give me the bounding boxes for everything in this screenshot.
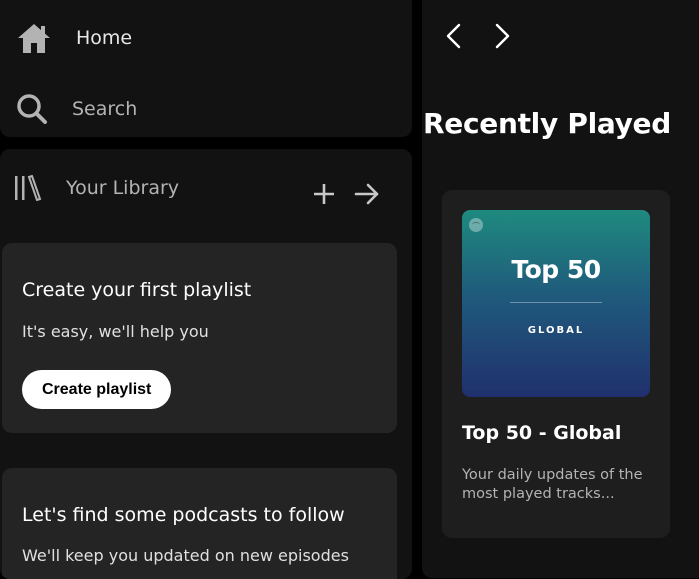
- find-podcasts-title: Let's find some podcasts to follow: [22, 504, 345, 526]
- find-podcasts-subtitle: We'll keep you updated on new episodes: [22, 546, 349, 565]
- album-title: Top 50 - Global: [462, 422, 622, 444]
- library-button[interactable]: Your Library: [14, 175, 179, 201]
- recently-played-heading: Recently Played: [423, 107, 671, 140]
- chevron-right-icon[interactable]: [489, 23, 515, 49]
- album-cover: Top 50 GLOBAL: [462, 210, 650, 397]
- library-title: Your Library: [66, 177, 180, 199]
- album-card-top-50-global[interactable]: Top 50 GLOBAL Top 50 - Global Your daily…: [442, 190, 670, 538]
- cover-subtitle: GLOBAL: [527, 325, 585, 336]
- arrow-right-icon[interactable]: [354, 182, 380, 206]
- nav-search-label: Search: [72, 98, 138, 120]
- create-playlist-card: Create your first playlist It's easy, we…: [2, 243, 397, 433]
- search-icon: [17, 94, 47, 124]
- cover-title: Top 50: [511, 255, 601, 284]
- home-icon: [18, 24, 50, 53]
- nav-home[interactable]: Home: [16, 22, 132, 54]
- nav-search[interactable]: Search: [16, 93, 137, 125]
- create-playlist-subtitle: It's easy, we'll help you: [22, 322, 209, 341]
- create-playlist-button[interactable]: Create playlist: [22, 370, 172, 409]
- nav-home-label: Home: [76, 27, 133, 49]
- find-podcasts-card: Let's find some podcasts to follow We'll…: [2, 468, 397, 579]
- cover-divider: [510, 302, 602, 303]
- library-icon: [15, 175, 42, 201]
- plus-icon[interactable]: [312, 182, 336, 206]
- album-description: Your daily updates of the most played tr…: [462, 467, 643, 502]
- spotify-logo-icon: [469, 218, 483, 232]
- create-playlist-title: Create your first playlist: [22, 279, 252, 301]
- library-panel: Your Library Create your first playlist …: [0, 149, 412, 579]
- chevron-left-icon[interactable]: [442, 23, 468, 49]
